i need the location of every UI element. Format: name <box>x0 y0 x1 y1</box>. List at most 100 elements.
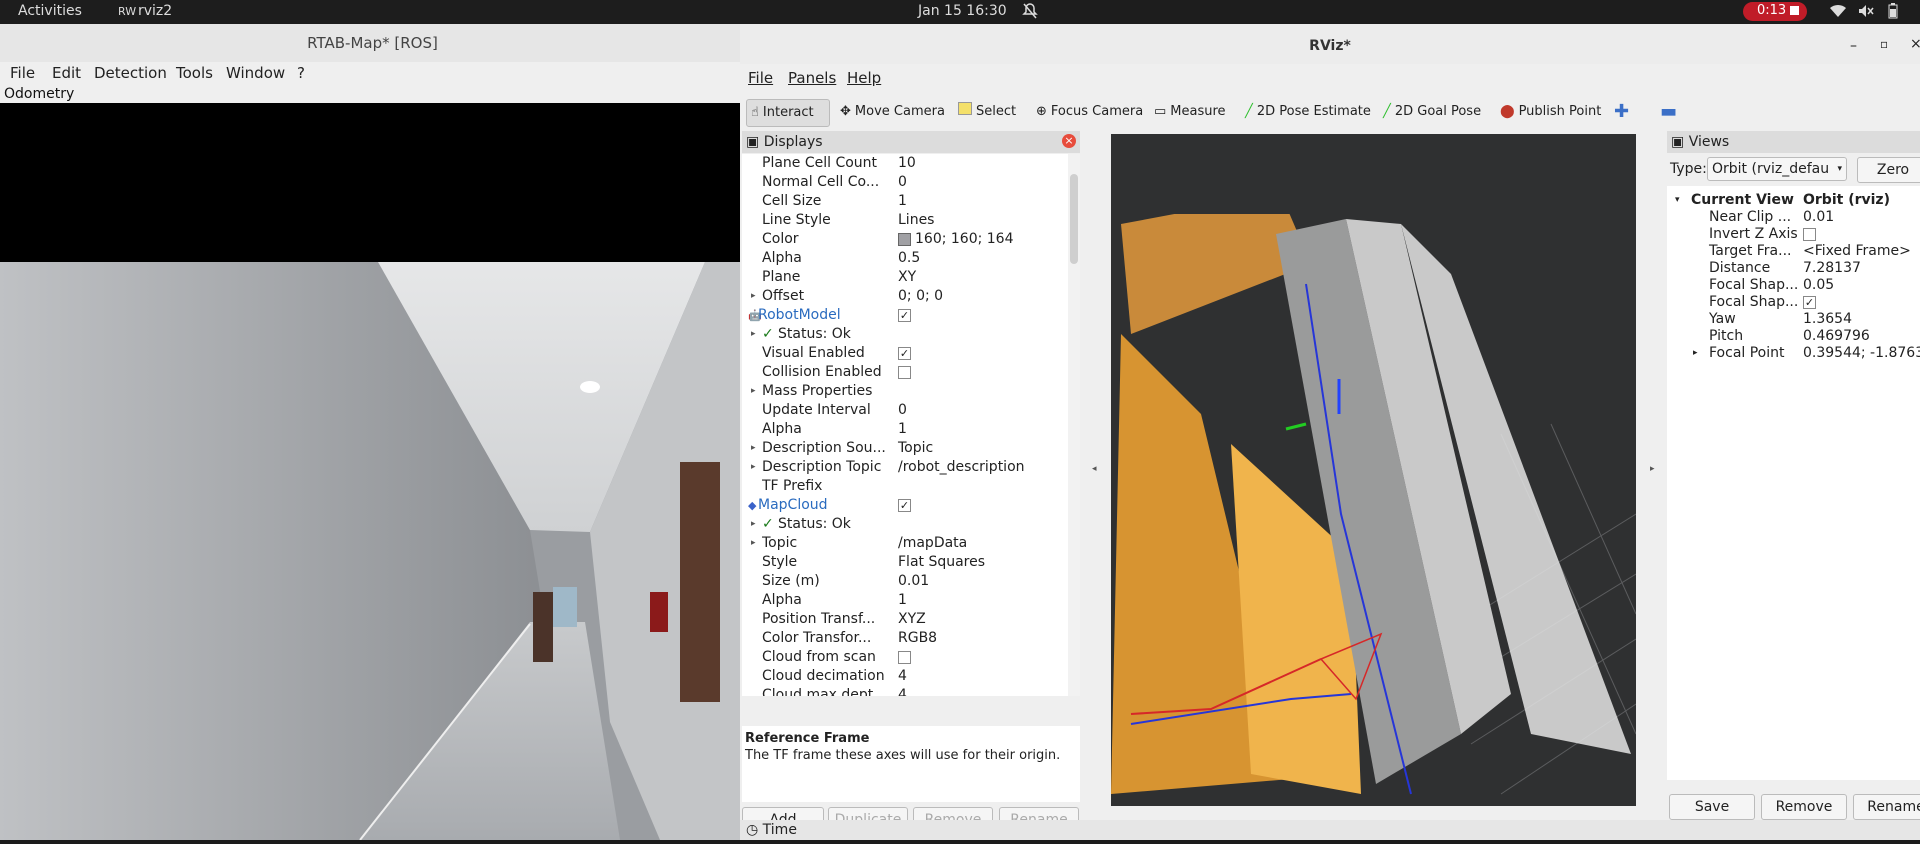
view-property-row[interactable]: Near Clip ... 0.01 <box>1667 209 1920 226</box>
property-value[interactable]: 0.5 <box>898 249 920 268</box>
property-value[interactable]: /mapData <box>898 534 967 553</box>
menu-tools[interactable]: Tools <box>176 64 213 82</box>
focus-camera-tool[interactable]: ⊕ Focus Camera <box>1036 99 1143 125</box>
view-property-value[interactable]: <Fixed Frame> <box>1803 243 1911 260</box>
current-view-row[interactable]: ▾ Current View Orbit (rviz) <box>1667 192 1920 209</box>
minimize-icon[interactable]: – <box>1850 38 1857 54</box>
display-property-row[interactable]: Line Style Lines <box>742 211 1066 230</box>
display-property-row[interactable]: Alpha 0.5 <box>742 249 1066 268</box>
expand-arrow-icon[interactable]: ▾ <box>1675 192 1680 209</box>
property-value[interactable]: Topic <box>898 439 933 458</box>
checkbox[interactable] <box>1803 227 1816 241</box>
display-property-row[interactable]: TF Prefix <box>742 477 1066 496</box>
property-value[interactable]: /robot_description <box>898 458 1025 477</box>
save-view-button[interactable]: Save <box>1669 794 1755 820</box>
display-property-row[interactable]: ▸ Description Topic/robot_description <box>742 458 1066 477</box>
view-property-row[interactable]: Focal Shap... ✓ <box>1667 294 1920 311</box>
property-value[interactable]: XY <box>898 268 916 287</box>
checkbox[interactable]: ✓ <box>898 346 911 360</box>
display-property-row[interactable]: ▸ ✓ Status: Ok <box>742 325 1066 344</box>
view-type-select[interactable]: Orbit (rviz_defau ▾ <box>1707 157 1847 181</box>
menu-help[interactable]: Help <box>847 69 881 87</box>
display-property-row[interactable]: Size (m) 0.01 <box>742 572 1066 591</box>
property-value[interactable]: ✓ <box>898 344 911 363</box>
property-value[interactable]: 1 <box>898 591 907 610</box>
property-value[interactable]: ✓ <box>898 496 911 515</box>
clock[interactable]: Jan 15 16:30 <box>918 3 1007 19</box>
property-value[interactable]: Flat Squares <box>898 553 985 572</box>
display-property-row[interactable]: ▸ Offset 0; 0; 0 <box>742 287 1066 306</box>
menu-file[interactable]: File <box>10 64 35 82</box>
view-property-row[interactable]: Yaw 1.3654 <box>1667 311 1920 328</box>
checkbox[interactable]: ✓ <box>898 308 911 322</box>
remove-tool-minus-icon[interactable]: ▬ <box>1660 99 1677 125</box>
goal-pose-tool[interactable]: ╱ 2D Goal Pose <box>1383 99 1481 125</box>
view-property-row[interactable]: Target Fra... <Fixed Frame> <box>1667 243 1920 260</box>
menu-window[interactable]: Window <box>226 64 285 82</box>
publish-point-tool[interactable]: ⬤ Publish Point <box>1500 99 1601 125</box>
rviz-title-bar[interactable]: RViz* <box>740 24 1920 64</box>
property-value[interactable]: XYZ <box>898 610 926 629</box>
display-property-row[interactable]: Cloud max dept... 4 <box>742 686 1066 696</box>
add-tool-plus-icon[interactable]: ✚ <box>1614 99 1629 125</box>
display-property-row[interactable]: 🤖 RobotModel ✓ <box>742 306 1066 325</box>
display-property-row[interactable]: ▸ ✓ Status: Ok <box>742 515 1066 534</box>
close-panel-icon[interactable]: × <box>1062 134 1076 148</box>
focused-app-label[interactable]: rviz2 <box>138 3 172 19</box>
display-property-row[interactable]: Cloud from scan <box>742 648 1066 667</box>
menu-detection[interactable]: Detection <box>94 64 167 82</box>
display-property-row[interactable]: Plane Cell Count 10 <box>742 154 1066 173</box>
maximize-icon[interactable]: ▫ <box>1880 37 1888 51</box>
remove-view-button[interactable]: Remove <box>1761 794 1847 820</box>
menu-panels[interactable]: Panels <box>788 69 836 87</box>
checkbox[interactable] <box>898 365 911 379</box>
expand-arrow-icon[interactable]: ▸ <box>751 515 756 534</box>
view-property-row[interactable]: Focal Shap... 0.05 <box>1667 277 1920 294</box>
display-property-row[interactable]: Plane XY <box>742 268 1066 287</box>
property-value[interactable]: 1 <box>898 192 907 211</box>
display-property-row[interactable]: Visual Enabled ✓ <box>742 344 1066 363</box>
checkbox[interactable]: ✓ <box>898 498 911 512</box>
property-value[interactable]: 0.01 <box>898 572 929 591</box>
property-value[interactable]: 10 <box>898 154 916 173</box>
property-value[interactable]: 4 <box>898 667 907 686</box>
property-value[interactable] <box>898 363 911 382</box>
display-property-row[interactable]: ▸ Description Sou... Topic <box>742 439 1066 458</box>
expand-arrow-icon[interactable]: ▸ <box>751 325 756 344</box>
view-property-value[interactable]: 0.39544; -1.8763 <box>1803 345 1920 362</box>
view-property-row[interactable]: ▸ Focal Point 0.39544; -1.8763 <box>1667 345 1920 362</box>
display-property-row[interactable]: Update Interval 0 <box>742 401 1066 420</box>
property-value[interactable] <box>898 648 911 667</box>
activities-button[interactable]: Activities <box>18 3 82 19</box>
view-property-value[interactable]: ✓ <box>1803 294 1816 311</box>
collapse-left-icon[interactable]: ◂ <box>1092 464 1097 474</box>
wifi-icon[interactable] <box>1830 4 1846 22</box>
menu-help[interactable]: ? <box>297 64 305 82</box>
view-property-value[interactable]: 0.469796 <box>1803 328 1870 345</box>
pose-estimate-tool[interactable]: ╱ 2D Pose Estimate <box>1245 99 1371 125</box>
close-icon[interactable]: × <box>1910 36 1920 52</box>
menu-edit[interactable]: Edit <box>52 64 81 82</box>
view-property-value[interactable]: 0.05 <box>1803 277 1834 294</box>
checkbox[interactable]: ✓ <box>1803 295 1816 309</box>
expand-arrow-icon[interactable]: ▸ <box>751 458 756 477</box>
display-property-row[interactable]: Cloud decimation 4 <box>742 667 1066 686</box>
property-value[interactable]: Lines <box>898 211 934 230</box>
vertical-scrollbar[interactable] <box>1068 154 1080 696</box>
display-property-row[interactable]: ▸ Topic/mapData <box>742 534 1066 553</box>
move-camera-tool[interactable]: ✥ Move Camera <box>840 99 945 125</box>
display-property-row[interactable]: Color Transfor... RGB8 <box>742 629 1066 648</box>
expand-arrow-icon[interactable]: ▸ <box>751 439 756 458</box>
property-value[interactable]: 0 <box>898 173 907 192</box>
property-value[interactable]: ✓ <box>898 306 911 325</box>
checkbox[interactable] <box>898 650 911 664</box>
expand-arrow-icon[interactable]: ▸ <box>751 534 756 553</box>
property-value[interactable]: 4 <box>898 686 907 696</box>
battery-icon[interactable] <box>1888 3 1898 23</box>
3d-render-view[interactable] <box>1111 134 1636 806</box>
view-property-row[interactable]: Distance 7.28137 <box>1667 260 1920 277</box>
display-property-row[interactable]: ◆ MapCloud ✓ <box>742 496 1066 515</box>
display-property-row[interactable]: Style Flat Squares <box>742 553 1066 572</box>
view-property-value[interactable] <box>1803 226 1816 243</box>
expand-arrow-icon[interactable]: ▸ <box>751 287 756 306</box>
